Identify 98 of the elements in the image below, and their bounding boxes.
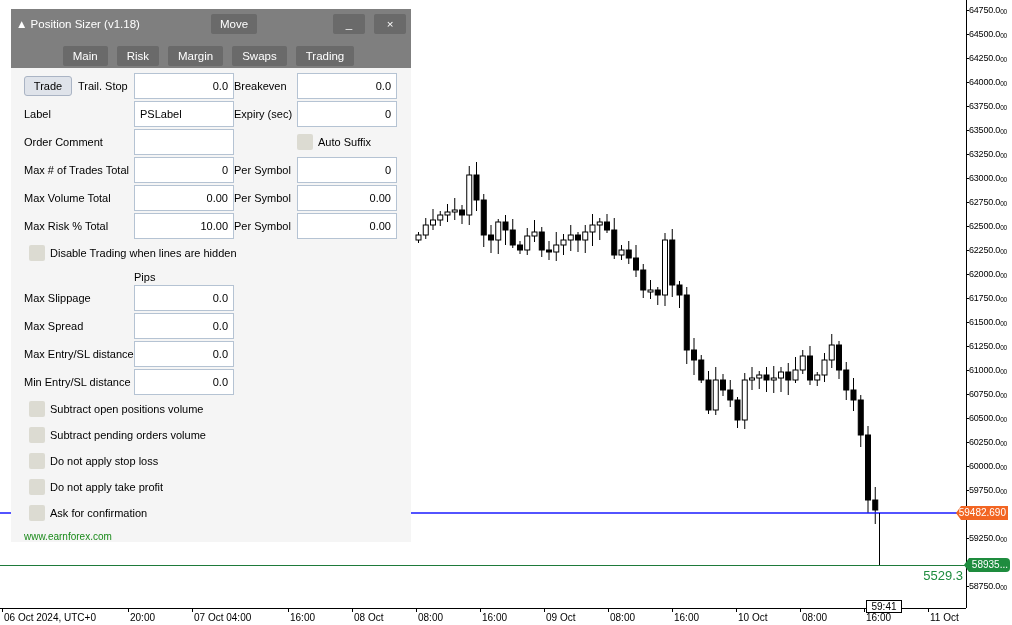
input-field[interactable]: 0 [134, 157, 234, 183]
input-field[interactable]: 10.00 [134, 213, 234, 239]
field-label: Expiry (sec) [234, 108, 294, 120]
checkbox[interactable] [29, 505, 45, 521]
minimize-button[interactable]: _ [333, 14, 365, 34]
field-label: Max Slippage [24, 292, 92, 304]
checkbox[interactable] [297, 134, 313, 150]
checkbox-label: Subtract open positions volume [50, 403, 204, 415]
price-axis-label: 61750.0$_{00}$ [969, 292, 1007, 305]
price-axis-label: 64500.0$_{00}$ [969, 28, 1007, 41]
input-field[interactable] [134, 129, 234, 155]
input-field[interactable]: 0 [297, 157, 397, 183]
target-price-tag: 58935... [964, 558, 1010, 572]
price-axis-label: 63000.0$_{00}$ [969, 172, 1007, 185]
field-label: Label [24, 108, 52, 120]
bid-price-tag: 59482.690 [956, 506, 1008, 520]
checkbox-label: Ask for confirmation [50, 507, 148, 519]
input-field[interactable]: 0.00 [134, 185, 234, 211]
input-field[interactable]: 0.0 [297, 73, 397, 99]
tab[interactable]: Swaps [232, 46, 287, 66]
trade-button[interactable]: Trade [24, 76, 72, 96]
move-button[interactable]: Move [211, 14, 257, 34]
input-field[interactable]: 0.00 [297, 213, 397, 239]
time-axis-label: 10 Oct [738, 611, 768, 624]
field-label: Max Volume Total [24, 192, 112, 204]
field-label: Min Entry/SL distance [24, 376, 132, 388]
field-label: Per Symbol [234, 220, 292, 232]
time-axis-label: 07 Oct 04:00 [194, 611, 252, 624]
field-label: Per Symbol [234, 192, 292, 204]
input-field[interactable]: 0.0 [134, 73, 234, 99]
checkbox-label: Subtract pending orders volume [50, 429, 206, 441]
price-axis-label: 61250.0$_{00}$ [969, 340, 1007, 353]
price-axis-label: 60000.0$_{00}$ [969, 460, 1007, 473]
time-tag: 59:41 [866, 600, 902, 613]
price-axis-label: 64750.0$_{00}$ [969, 4, 1007, 17]
time-axis-label: 16:00 [674, 611, 700, 624]
checkbox-label: Do not apply take profit [50, 481, 164, 493]
tab[interactable]: Main [62, 46, 108, 66]
time-axis-label: 20:00 [130, 611, 156, 624]
time-axis-label: 16:00 [482, 611, 508, 624]
price-drop-line [879, 512, 880, 566]
price-axis-label: 58750.0$_{00}$ [969, 580, 1007, 593]
price-axis-label: 61000.0$_{00}$ [969, 364, 1007, 377]
field-label: Max Spread [24, 320, 85, 332]
time-axis-label: 08:00 [802, 611, 828, 624]
price-axis-label: 60500.0$_{00}$ [969, 412, 1007, 425]
panel-title: ▲ Position Sizer (v1.18) [16, 18, 141, 30]
tab[interactable]: Margin [168, 46, 224, 66]
time-axis-label: 11 Oct [930, 611, 959, 624]
checkbox[interactable] [29, 245, 45, 261]
price-axis-label: 63750.0$_{00}$ [969, 100, 1007, 113]
time-axis-label: 16:00 [866, 611, 892, 624]
time-axis-label: 08:00 [418, 611, 444, 624]
input-field[interactable]: 0.0 [134, 369, 234, 395]
price-axis-label: 64250.0$_{00}$ [969, 52, 1007, 65]
price-axis-label: 62000.0$_{00}$ [969, 268, 1007, 281]
tab[interactable]: Trading [295, 46, 355, 66]
time-axis-label: 09 Oct [546, 611, 576, 624]
price-axis-label: 61500.0$_{00}$ [969, 316, 1007, 329]
field-label: Order Comment [24, 136, 104, 148]
input-field[interactable]: 0.0 [134, 313, 234, 339]
checkbox-label: Do not apply stop loss [50, 455, 159, 467]
field-label: Breakeven [234, 80, 288, 92]
price-axis-label: 63500.0$_{00}$ [969, 124, 1007, 137]
price-axis-label: 62750.0$_{00}$ [969, 196, 1007, 209]
field-label: Per Symbol [234, 164, 292, 176]
field-label: Max # of Trades Total [24, 164, 130, 176]
time-axis-label: 08 Oct [354, 611, 384, 624]
time-axis-label: 16:00 [290, 611, 316, 624]
input-field[interactable]: 0.0 [134, 341, 234, 367]
field-label: Max Risk % Total [24, 220, 110, 232]
field-label: Max Entry/SL distance [24, 348, 134, 360]
field-label: Trail. Stop [78, 80, 128, 92]
input-field[interactable]: 0.0 [134, 285, 234, 311]
price-axis-label: 62500.0$_{00}$ [969, 220, 1007, 233]
target-value: 5529.3 [923, 568, 963, 584]
price-axis-label: 62250.0$_{00}$ [969, 244, 1007, 257]
price-axis-label: 64000.0$_{00}$ [969, 76, 1007, 89]
checkbox[interactable] [29, 453, 45, 469]
input-field[interactable]: 0 [297, 101, 397, 127]
website-link[interactable]: www.earnforex.com [24, 531, 112, 542]
price-axis-label: 60250.0$_{00}$ [969, 436, 1007, 449]
price-axis-label: 60750.0$_{00}$ [969, 388, 1007, 401]
checkbox-label: Auto Suffix [318, 136, 371, 148]
price-axis-label: 59750.0$_{00}$ [969, 484, 1007, 497]
column-heading: Pips [134, 271, 156, 283]
input-field[interactable]: PSLabel [134, 101, 234, 127]
checkbox-label: Disable Trading when lines are hidden [50, 247, 237, 259]
price-axis-label: 63250.0$_{00}$ [969, 148, 1007, 161]
tab[interactable]: Risk [116, 46, 159, 66]
time-axis-label: 08:00 [610, 611, 636, 624]
input-field[interactable]: 0.00 [297, 185, 397, 211]
checkbox[interactable] [29, 401, 45, 417]
checkbox[interactable] [29, 479, 45, 495]
checkbox[interactable] [29, 427, 45, 443]
price-axis-label: 59250.0$_{00}$ [969, 532, 1007, 545]
time-axis-label: 06 Oct 2024, UTC+0 [4, 611, 96, 624]
close-button[interactable]: × [374, 14, 406, 34]
